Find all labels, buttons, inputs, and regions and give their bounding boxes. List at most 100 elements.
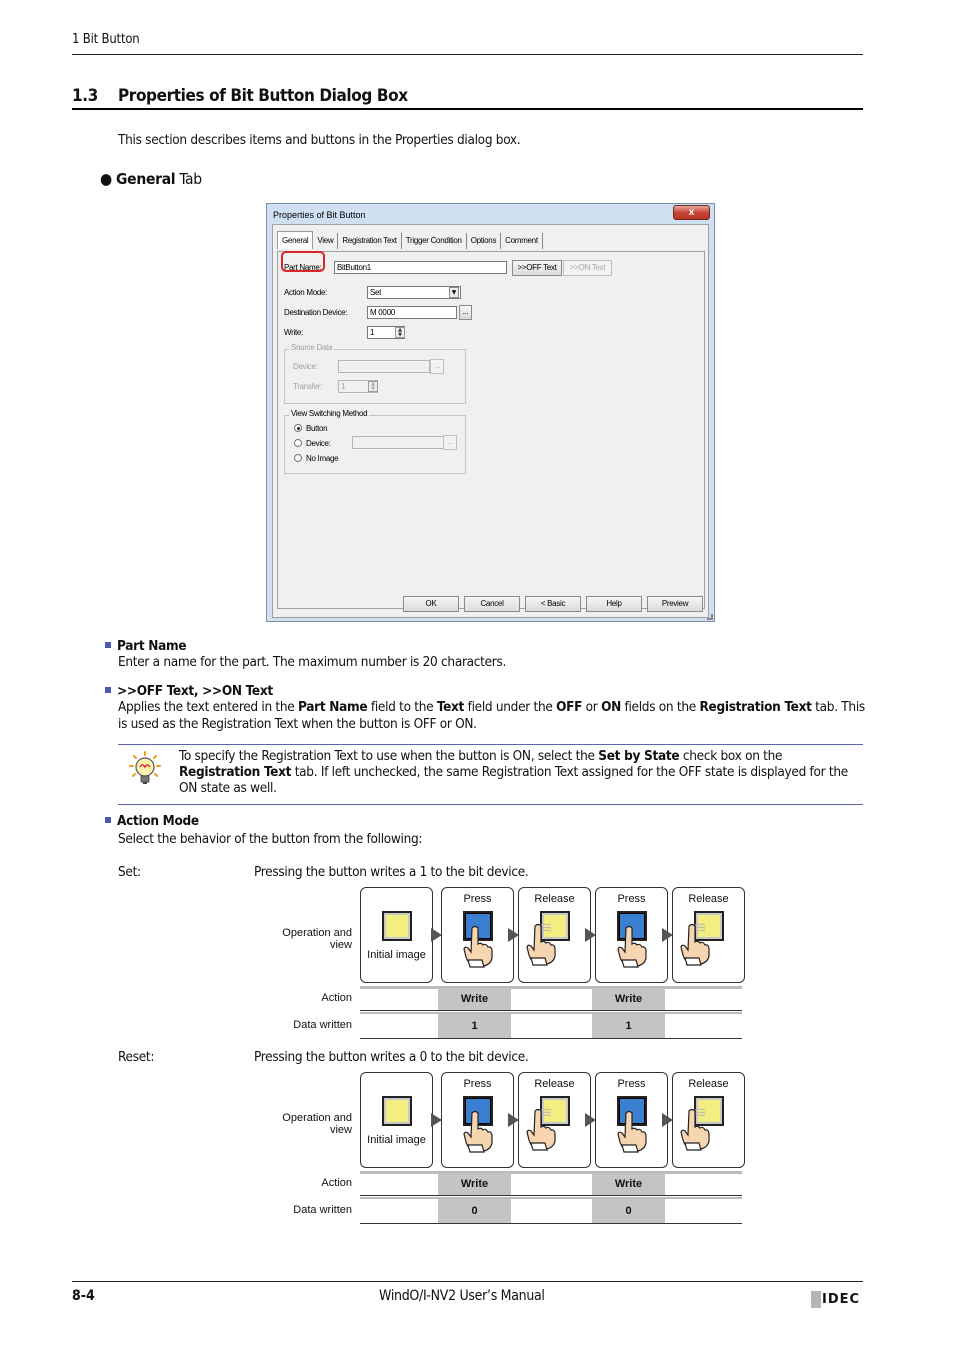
action-cell: Write xyxy=(438,1173,511,1195)
intro-text: This section describes items and buttons… xyxy=(118,132,521,148)
general-tab-highlight xyxy=(281,251,325,272)
tab-registration-text[interactable]: Registration Text xyxy=(338,233,402,249)
part-name-input[interactable]: BitButton1 xyxy=(334,261,507,274)
step-frame: Press xyxy=(595,887,668,983)
step-caption: Press xyxy=(463,1078,492,1090)
basic-button[interactable]: < Basic xyxy=(525,596,581,612)
chevron-down-icon[interactable]: ▼ xyxy=(449,287,459,298)
radio-device-option[interactable] xyxy=(294,439,302,447)
view-device-input[interactable] xyxy=(352,436,444,449)
pressing-hand-icon xyxy=(617,925,647,968)
button-off-image xyxy=(382,911,412,941)
initial-caption: Initial image xyxy=(367,949,426,961)
transfer-spinner[interactable]: ▲ ▼ xyxy=(368,381,378,392)
item-part-name: Part Name Enter a name for the part. The… xyxy=(105,638,506,671)
item-off-on-text: >>OFF Text, >>ON Text Applies the text e… xyxy=(105,683,865,732)
tab-bar: General View Registration Text Trigger C… xyxy=(277,231,543,251)
step-frame: Press xyxy=(441,1072,514,1168)
item-body: Applies the text entered in the Part Nam… xyxy=(118,699,865,732)
text: fields on the xyxy=(620,699,700,715)
source-browse-button[interactable]: ... xyxy=(430,359,444,374)
step-frame: Release xyxy=(672,887,745,983)
table-rule xyxy=(360,1010,742,1011)
square-bullet-icon xyxy=(105,817,111,823)
write-spinner[interactable]: ▲ ▼ xyxy=(395,327,405,338)
action-cell: Write xyxy=(592,988,665,1010)
operation-row-label: Operation and view xyxy=(282,927,352,951)
step-caption: Press xyxy=(617,1078,646,1090)
table-rule xyxy=(360,1171,742,1174)
action-cell: Write xyxy=(438,988,511,1010)
view-switching-legend: View Switching Method xyxy=(289,409,370,418)
footer-rule xyxy=(72,1281,863,1282)
initial-caption: Initial image xyxy=(367,1134,426,1146)
note-text: To specify the Registration Text to use … xyxy=(179,748,859,796)
action-mode-select[interactable]: Set xyxy=(367,286,461,299)
note-bottom-rule xyxy=(118,804,863,805)
text: field to the xyxy=(367,699,437,715)
subhead-general-tab: ● General Tab xyxy=(100,170,202,188)
table-rule xyxy=(360,1195,742,1196)
page-number: 8-4 xyxy=(72,1288,95,1304)
radio-device-label: Device: xyxy=(306,439,331,448)
source-device-input[interactable] xyxy=(338,360,430,373)
data-row-label: Data written xyxy=(293,1204,352,1216)
radio-no-image-option[interactable] xyxy=(294,454,302,462)
general-tab-panel: Part Name: BitButton1 >>OFF Text >>ON Te… xyxy=(277,251,705,612)
bullet-icon: ● xyxy=(100,170,112,188)
idec-logo: IDEC xyxy=(811,1291,860,1308)
step-caption: Press xyxy=(617,893,646,905)
tab-comment[interactable]: Comment xyxy=(501,233,543,249)
step-caption: Release xyxy=(534,1078,575,1090)
mode-reset-name: Reset: xyxy=(118,1049,155,1065)
on-text-button[interactable]: >>ON Text xyxy=(563,260,612,276)
cancel-button[interactable]: Cancel xyxy=(464,596,520,612)
bold-text: Registration Text xyxy=(699,699,812,715)
data-row-label: Data written xyxy=(293,1019,352,1031)
releasing-hand-icon xyxy=(526,1108,556,1151)
tab-general[interactable]: General xyxy=(277,231,314,249)
dialog-body: General View Registration Text Trigger C… xyxy=(272,224,709,618)
releasing-hand-icon xyxy=(526,923,556,966)
text: To specify the Registration Text to use … xyxy=(179,748,599,764)
logo-text: IDEC xyxy=(822,1292,861,1307)
view-browse-button[interactable]: ... xyxy=(443,435,457,450)
close-button[interactable]: x xyxy=(673,205,710,220)
preview-button[interactable]: Preview xyxy=(647,596,703,612)
lightbulb-icon xyxy=(129,751,161,784)
manual-title: WindO/I-NV2 User’s Manual xyxy=(379,1288,545,1304)
radio-button-option[interactable] xyxy=(294,424,302,432)
step-frame: Release xyxy=(672,1072,745,1168)
action-cell: Write xyxy=(592,1173,665,1195)
tab-trigger-condition[interactable]: Trigger Condition xyxy=(402,233,467,249)
pressing-hand-icon xyxy=(463,925,493,968)
tab-view[interactable]: View xyxy=(313,233,339,249)
help-button[interactable]: Help xyxy=(586,596,642,612)
text: Applies the text entered in the xyxy=(118,699,298,715)
item-action-mode: Action Mode Select the behavior of the b… xyxy=(105,813,423,848)
source-device-label: Device: xyxy=(293,362,318,371)
resize-grip-icon[interactable] xyxy=(707,614,713,620)
destination-device-input[interactable]: M 0000 xyxy=(367,306,457,319)
step-caption: Press xyxy=(463,893,492,905)
button-off-image xyxy=(382,1096,412,1126)
data-cell: 0 xyxy=(438,1199,511,1223)
properties-dialog: Properties of Bit Button x General View … xyxy=(266,203,715,622)
section-number: 1.3 xyxy=(72,86,98,106)
step-frame: Release xyxy=(518,887,591,983)
data-cell: 0 xyxy=(592,1199,665,1223)
header-rule xyxy=(72,54,863,55)
radio-button-label: Button xyxy=(306,424,328,433)
ok-button[interactable]: OK xyxy=(403,596,459,612)
section-rule xyxy=(72,108,863,110)
source-data-group xyxy=(284,349,466,404)
table-rule xyxy=(360,986,742,989)
off-text-button[interactable]: >>OFF Text xyxy=(512,260,562,276)
bold-text: Registration Text xyxy=(179,764,292,780)
item-body: Select the behavior of the button from t… xyxy=(118,831,423,847)
destination-browse-button[interactable]: ... xyxy=(459,305,472,320)
dialog-title: Properties of Bit Button xyxy=(273,210,366,220)
tab-options[interactable]: Options xyxy=(467,233,502,249)
write-label: Write: xyxy=(284,328,303,337)
bold-text: Text xyxy=(436,699,465,715)
